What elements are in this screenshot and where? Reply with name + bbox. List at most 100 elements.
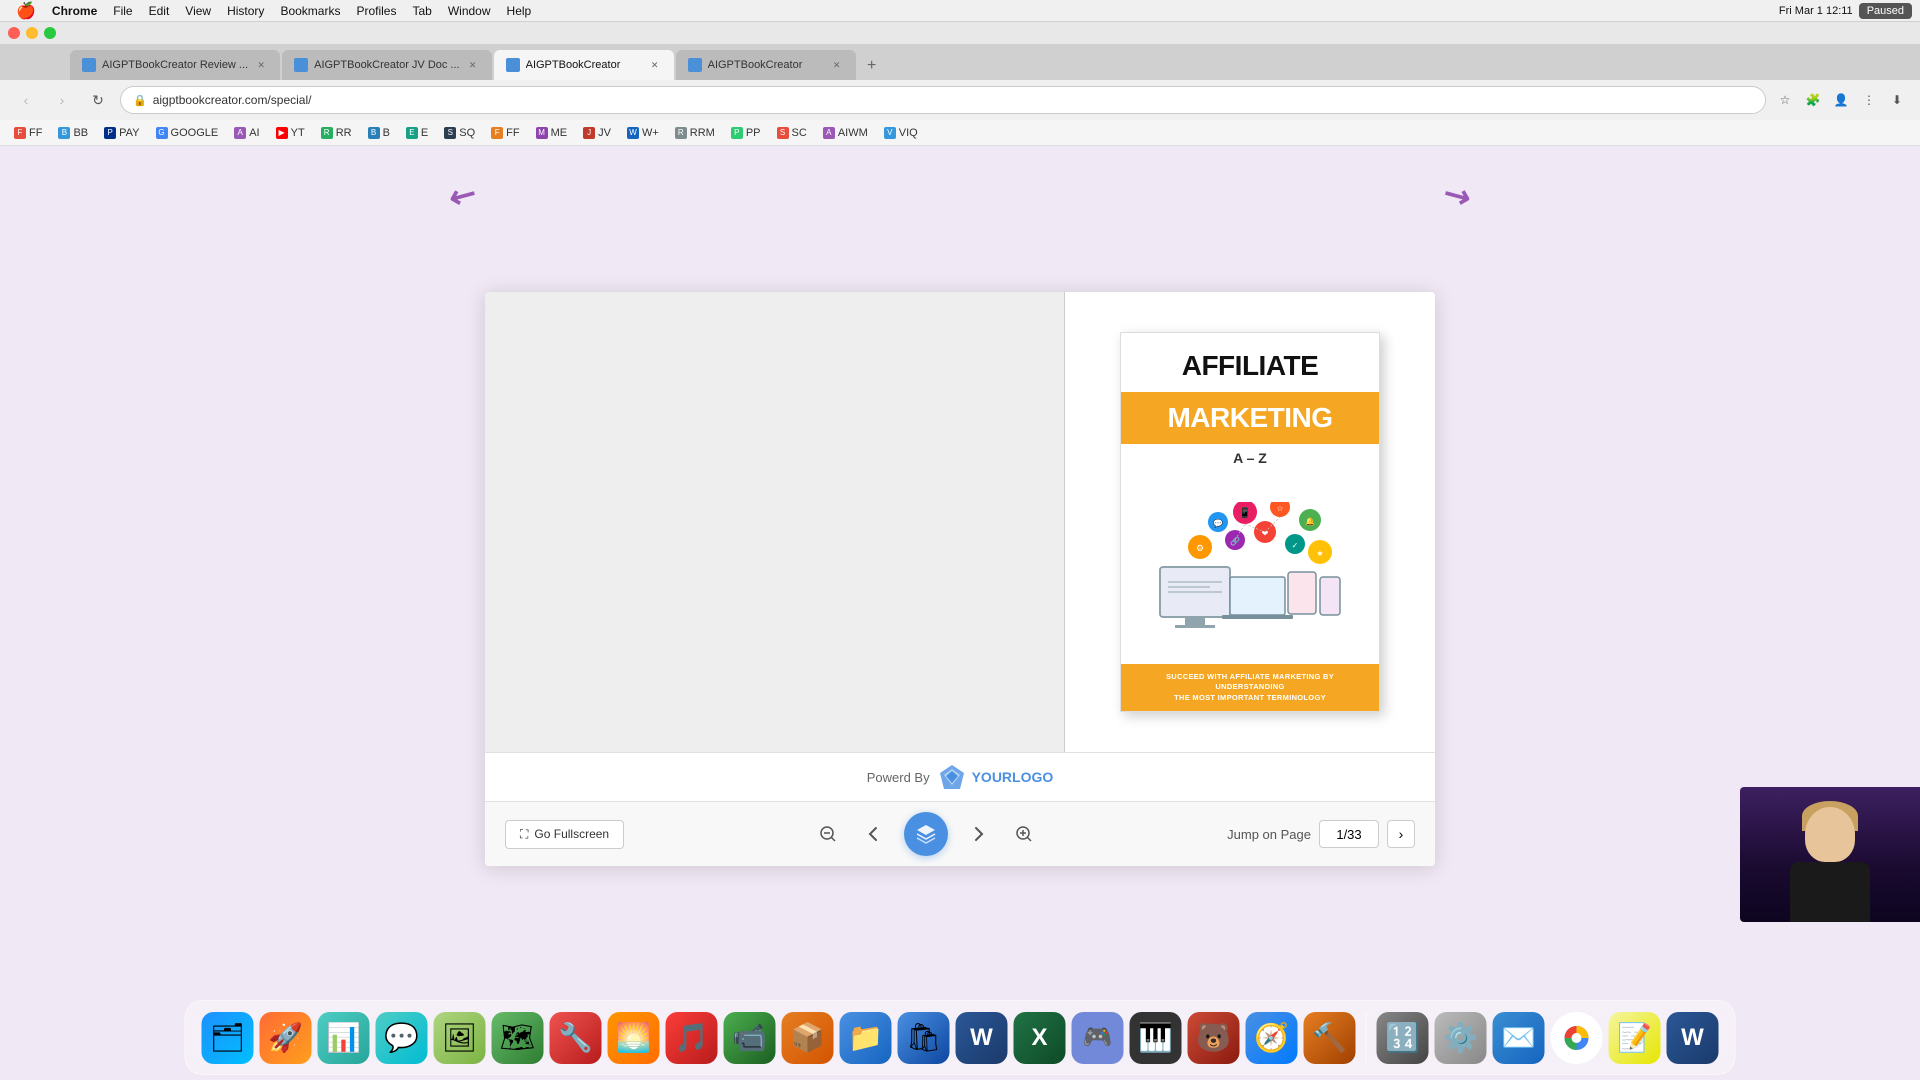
bookmark-sc[interactable]: S SC [771, 125, 813, 141]
dock-bear[interactable]: 🐻 [1188, 1012, 1240, 1064]
back-button[interactable]: ‹ [12, 86, 40, 114]
prev-page-button[interactable] [858, 818, 890, 850]
address-bar[interactable]: 🔒 aigptbookcreator.com/special/ [120, 86, 1766, 114]
tab-close-3[interactable]: ✕ [648, 58, 662, 72]
bookmark-me[interactable]: M ME [530, 125, 574, 141]
zoom-out-icon [819, 825, 837, 843]
dock-music[interactable]: 🎵 [666, 1012, 718, 1064]
dock-filezilla[interactable]: 🔧 [550, 1012, 602, 1064]
tab-close-4[interactable]: ✕ [830, 58, 844, 72]
tab-3[interactable]: AIGPTBookCreator ✕ [494, 50, 674, 80]
page-jump-button[interactable]: › [1387, 820, 1415, 848]
more-options-icon[interactable]: ⋮ [1858, 89, 1880, 111]
bookmark-b[interactable]: B B [362, 125, 396, 141]
bookmark-e[interactable]: E E [400, 125, 434, 141]
dock-mail[interactable]: ✉️ [1493, 1012, 1545, 1064]
yourlogo-text: YOURLOGO [972, 769, 1054, 785]
page-input-field[interactable] [1319, 820, 1379, 848]
forward-button[interactable]: › [48, 86, 76, 114]
bookmark-jv[interactable]: J JV [577, 125, 617, 141]
dock-folder[interactable]: 📁 [840, 1012, 892, 1064]
tab-close-1[interactable]: ✕ [254, 58, 268, 72]
dock-excel[interactable]: X [1014, 1012, 1066, 1064]
bookmark-aiwm[interactable]: A AIWM [817, 125, 874, 141]
dock-photos[interactable]: 🌅 [608, 1012, 660, 1064]
dock-piano[interactable]: 🎹 [1130, 1012, 1182, 1064]
bookmark-ff[interactable]: F FF [8, 125, 48, 141]
menu-chrome[interactable]: Chrome [44, 0, 105, 22]
menu-view[interactable]: View [177, 0, 219, 22]
bm-label-aiwm: AIWM [838, 127, 868, 139]
dock-word[interactable]: W [956, 1012, 1008, 1064]
tab-favicon-1 [82, 58, 96, 72]
menu-window[interactable]: Window [440, 0, 499, 22]
dock-system-prefs[interactable]: ⚙️ [1435, 1012, 1487, 1064]
dock-launchpad[interactable]: 🚀 [260, 1012, 312, 1064]
page-jump-control: Jump on Page › [1227, 820, 1415, 848]
layers-button[interactable] [904, 812, 948, 856]
page-jump-label: Jump on Page [1227, 827, 1311, 842]
bm-label-pp: PP [746, 127, 761, 139]
bookmark-sq[interactable]: S SQ [438, 125, 481, 141]
dock-appstore[interactable]: 🛍 [898, 1012, 950, 1064]
tab-close-2[interactable]: ✕ [466, 58, 480, 72]
menu-bookmarks[interactable]: Bookmarks [272, 0, 348, 22]
svg-text:📱: 📱 [1239, 506, 1251, 519]
paused-button[interactable]: Paused [1859, 3, 1912, 19]
menu-profiles[interactable]: Profiles [348, 0, 404, 22]
tab-1[interactable]: AIGPTBookCreator Review ... ✕ [70, 50, 280, 80]
bookmark-google[interactable]: G GOOGLE [150, 125, 225, 141]
extensions-icon[interactable]: 🧩 [1802, 89, 1824, 111]
dock-word2[interactable]: W [1667, 1012, 1719, 1064]
bookmark-pay[interactable]: P PAY [98, 125, 145, 141]
minimize-button[interactable] [26, 27, 38, 39]
fullscreen-button[interactable]: ⛶ Go Fullscreen [505, 820, 624, 849]
dock-calculator[interactable]: 🔢 [1377, 1012, 1429, 1064]
menu-edit[interactable]: Edit [141, 0, 178, 22]
bookmark-wp[interactable]: W W+ [621, 125, 665, 141]
close-button[interactable] [8, 27, 20, 39]
dock-preview[interactable]: 🖼 [434, 1012, 486, 1064]
bm-icon-sc: S [777, 127, 789, 139]
dock-archives[interactable]: 📦 [782, 1012, 834, 1064]
profile-icon[interactable]: 👤 [1830, 89, 1852, 111]
menu-tab[interactable]: Tab [404, 0, 439, 22]
zoom-in-button[interactable] [1008, 818, 1040, 850]
dock-toolbox[interactable]: 🔨 [1304, 1012, 1356, 1064]
dock-activity-monitor[interactable]: 📊 [318, 1012, 370, 1064]
next-page-button[interactable] [962, 818, 994, 850]
zoom-out-button[interactable] [812, 818, 844, 850]
maximize-button[interactable] [44, 27, 56, 39]
dock-safari[interactable]: 🧭 [1246, 1012, 1298, 1064]
new-tab-button[interactable]: + [858, 52, 886, 80]
bm-label-viq: VIQ [899, 127, 918, 139]
dock-messages[interactable]: 💬 [376, 1012, 428, 1064]
bookmark-yt[interactable]: ▶ YT [270, 125, 311, 141]
dock-notes[interactable]: 📝 [1609, 1012, 1661, 1064]
menu-history[interactable]: History [219, 0, 272, 22]
dock-discord[interactable]: 🎮 [1072, 1012, 1124, 1064]
apple-menu[interactable]: 🍎 [8, 0, 44, 22]
menu-help[interactable]: Help [499, 0, 540, 22]
bm-label-ai: AI [249, 127, 259, 139]
dock-maps[interactable]: 🗺 [492, 1012, 544, 1064]
reload-button[interactable]: ↻ [84, 86, 112, 114]
svg-text:🔔: 🔔 [1305, 517, 1315, 526]
bookmark-ai[interactable]: A AI [228, 125, 265, 141]
tab-2[interactable]: AIGPTBookCreator JV Doc ... ✕ [282, 50, 492, 80]
bookmark-ff2[interactable]: F FF [485, 125, 525, 141]
bookmark-pp[interactable]: P PP [725, 125, 767, 141]
bookmark-star-icon[interactable]: ☆ [1774, 89, 1796, 111]
bm-icon-ai: A [234, 127, 246, 139]
download-icon[interactable]: ⬇ [1886, 89, 1908, 111]
bookmark-rr[interactable]: R RR [315, 125, 358, 141]
menu-file[interactable]: File [105, 0, 140, 22]
dock-chrome[interactable] [1551, 1012, 1603, 1064]
dock-finder[interactable]: 🗂 [202, 1012, 254, 1064]
main-content-area: ↙ ↘ AFFILIATE MARKETING A – Z [0, 146, 1920, 1012]
dock-facetime[interactable]: 📹 [724, 1012, 776, 1064]
bookmark-rrm[interactable]: R RRM [669, 125, 721, 141]
bookmark-bb[interactable]: B BB [52, 125, 94, 141]
bookmark-viq[interactable]: V VIQ [878, 125, 924, 141]
tab-4[interactable]: AIGPTBookCreator ✕ [676, 50, 856, 80]
